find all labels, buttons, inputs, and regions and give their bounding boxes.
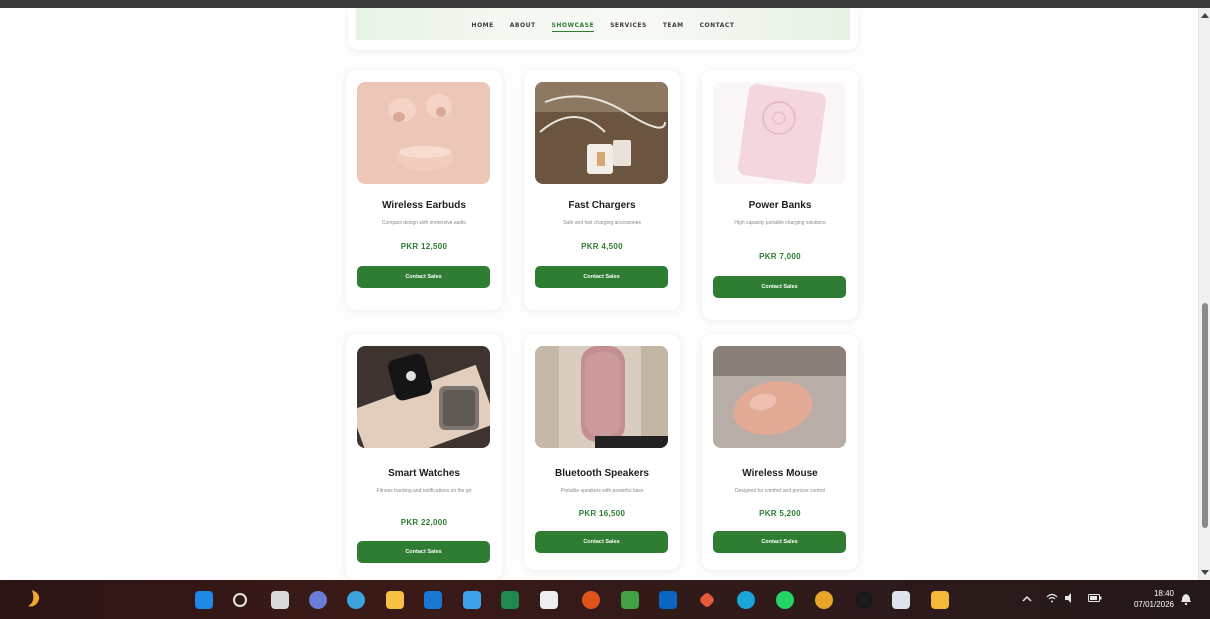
- smartwatch-photo: [357, 346, 490, 448]
- nav-menu: HOME ABOUT SHOWCASE SERVICES TEAM CONTAC…: [348, 22, 858, 32]
- start-icon[interactable]: [195, 591, 213, 609]
- app-icon[interactable]: [698, 591, 716, 609]
- calendar-icon[interactable]: [540, 591, 558, 609]
- screen: HOME ABOUT SHOWCASE SERVICES TEAM CONTAC…: [0, 0, 1210, 619]
- nav-link-about[interactable]: ABOUT: [510, 22, 536, 32]
- product-name: Wireless Mouse: [742, 468, 818, 479]
- product-description: Designed for comfort and precise control: [734, 488, 826, 494]
- whatsapp-icon[interactable]: [776, 591, 794, 609]
- product-price: PKR 4,500: [581, 242, 623, 251]
- product-card-power-banks: Power Banks High capacity portable charg…: [702, 70, 858, 320]
- product-card-wireless-mouse: Wireless Mouse Designed for comfort and …: [702, 334, 858, 570]
- powerbank-photo: [713, 82, 846, 184]
- product-name: Wireless Earbuds: [382, 200, 466, 211]
- vertical-scrollbar[interactable]: [1198, 8, 1210, 580]
- scrollbar-thumb[interactable]: [1202, 303, 1208, 528]
- edge-icon[interactable]: [737, 591, 755, 609]
- taskbar: 18:40 07/01/2026: [0, 580, 1210, 619]
- product-price: PKR 16,500: [578, 509, 626, 518]
- wifi-icon[interactable]: [1046, 593, 1058, 605]
- product-card-fast-chargers: Fast Chargers Safe and fast charging acc…: [524, 70, 680, 310]
- product-card-bluetooth-speakers: Bluetooth Speakers Portable speakers wit…: [524, 334, 680, 570]
- nav-link-showcase[interactable]: SHOWCASE: [551, 22, 595, 32]
- volume-icon[interactable]: [1064, 593, 1076, 605]
- copilot-icon[interactable]: [347, 591, 365, 609]
- nav-link-contact[interactable]: CONTACT: [700, 22, 735, 32]
- nav-link-home[interactable]: HOME: [472, 22, 494, 32]
- product-description: Fitness tracking and notifications on th…: [376, 488, 472, 494]
- clock-time: 18:40: [1153, 589, 1174, 598]
- navigation-bar: HOME ABOUT SHOWCASE SERVICES TEAM CONTAC…: [348, 8, 858, 50]
- product-card-smart-watches: Smart Watches Fitness tracking and notif…: [346, 334, 502, 580]
- product-name: Fast Chargers: [568, 200, 636, 211]
- battery-icon[interactable]: [1088, 593, 1102, 605]
- nav-link-team[interactable]: TEAM: [663, 22, 684, 32]
- product-description: Portable speakers with powerful bass: [560, 488, 644, 494]
- product-description: Safe and fast charging accessories: [563, 220, 641, 226]
- excel-icon[interactable]: [501, 591, 519, 609]
- app-doc-icon[interactable]: [892, 591, 910, 609]
- scroll-up-arrow-icon[interactable]: [1201, 13, 1209, 18]
- product-price: PKR 7,000: [759, 252, 801, 261]
- product-name: Smart Watches: [388, 468, 460, 479]
- browser-viewport: HOME ABOUT SHOWCASE SERVICES TEAM CONTAC…: [8, 8, 1198, 580]
- chrome-icon[interactable]: [815, 591, 833, 609]
- app-dark-icon[interactable]: [855, 591, 873, 609]
- window-top-border: [0, 0, 1210, 8]
- powerpoint-icon[interactable]: [582, 591, 600, 609]
- folder-icon[interactable]: [931, 591, 949, 609]
- product-price: PKR 12,500: [400, 242, 448, 251]
- product-description: High capacity portable charging solution…: [734, 220, 826, 226]
- show-hidden-icons-chevron-icon[interactable]: [1022, 595, 1032, 605]
- mail-icon[interactable]: [424, 591, 442, 609]
- product-price: PKR 5,200: [759, 509, 801, 518]
- contact-sales-button[interactable]: Contact Sales: [713, 276, 846, 298]
- contact-sales-button[interactable]: Contact Sales: [713, 531, 846, 553]
- linkedin-icon[interactable]: [659, 591, 677, 609]
- photos-icon[interactable]: [621, 591, 639, 609]
- contact-sales-button[interactable]: Contact Sales: [535, 266, 668, 288]
- speaker-photo: [535, 346, 668, 448]
- contact-sales-button[interactable]: Contact Sales: [535, 531, 668, 553]
- task-view-icon[interactable]: [271, 591, 289, 609]
- contact-sales-button[interactable]: Contact Sales: [357, 541, 490, 563]
- file-explorer-icon[interactable]: [386, 591, 404, 609]
- chat-icon[interactable]: [309, 591, 327, 609]
- notepad-icon[interactable]: [463, 591, 481, 609]
- charger-photo: [535, 82, 668, 184]
- product-name: Power Banks: [748, 200, 812, 211]
- widgets-icon[interactable]: [26, 588, 46, 610]
- system-clock[interactable]: 18:40 07/01/2026: [1118, 588, 1174, 610]
- scroll-down-arrow-icon[interactable]: [1201, 570, 1209, 575]
- earbuds-photo: [357, 82, 490, 184]
- product-price: PKR 22,000: [400, 518, 448, 527]
- contact-sales-button[interactable]: Contact Sales: [357, 266, 490, 288]
- search-icon[interactable]: [233, 593, 247, 607]
- nav-link-services[interactable]: SERVICES: [610, 22, 647, 32]
- notification-bell-icon[interactable]: [1181, 593, 1191, 606]
- product-description: Compact design with immersive audio: [381, 220, 467, 226]
- clock-date: 07/01/2026: [1133, 600, 1174, 609]
- product-name: Bluetooth Speakers: [555, 468, 649, 479]
- mouse-photo: [713, 346, 846, 448]
- product-card-wireless-earbuds: Wireless Earbuds Compact design with imm…: [346, 70, 502, 310]
